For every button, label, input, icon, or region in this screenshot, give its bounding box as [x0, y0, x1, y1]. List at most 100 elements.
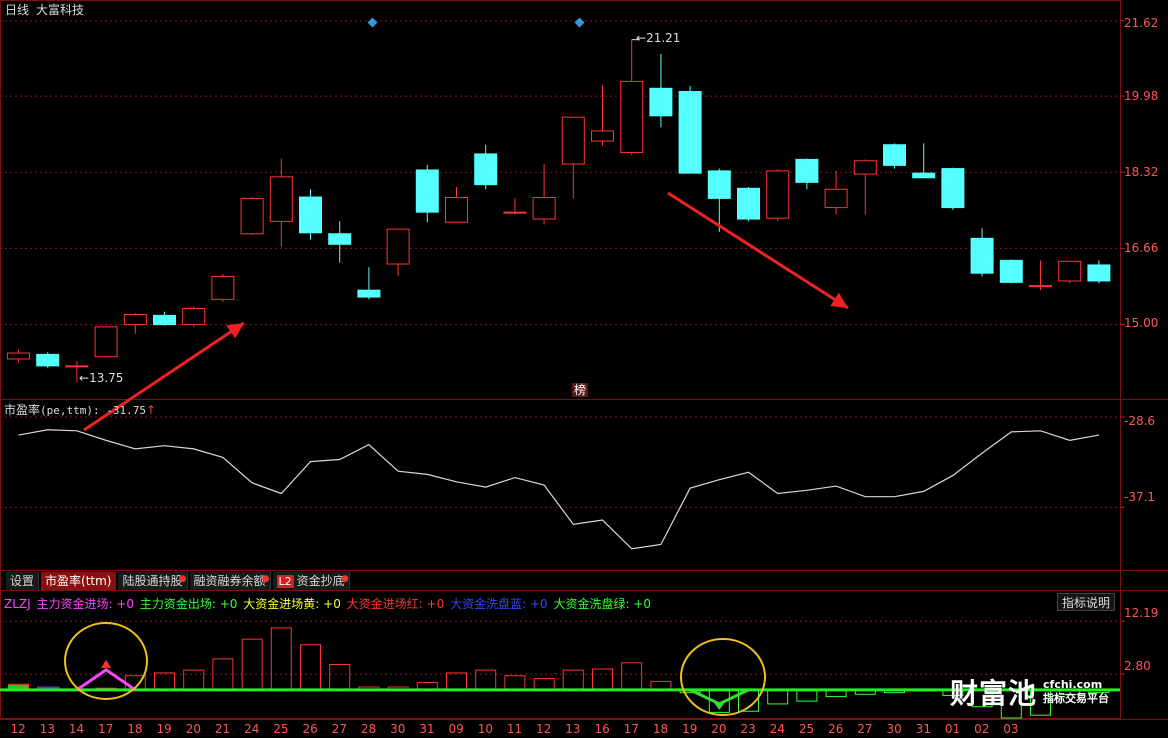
pe-axis-label: -28.6 [1124, 414, 1156, 428]
candle-body [94, 326, 118, 358]
candle-body [445, 196, 468, 223]
candle [211, 274, 235, 302]
entry-signal-line [76, 668, 137, 692]
date-label: 19 [156, 722, 172, 736]
exit-down-arrow-icon [713, 701, 726, 710]
date-label: 20 [711, 722, 727, 736]
date-label: 12 [10, 722, 26, 736]
chart-canvas [0, 0, 1168, 720]
candle [94, 326, 118, 358]
candle [532, 164, 556, 225]
zlzj-bar [241, 638, 263, 691]
zlzj-bar [621, 662, 643, 691]
candle-body [503, 211, 527, 214]
date-label: 23 [740, 722, 756, 736]
watermark-domain: cfchi.com [1043, 678, 1103, 691]
candle-body [678, 91, 702, 174]
date-label: 24 [769, 722, 785, 736]
tab-label: 陆股通持股 [122, 574, 183, 588]
tab-settings[interactable]: 设置 [6, 572, 40, 590]
candle-body [970, 237, 994, 274]
candle [7, 349, 30, 363]
candle-body [591, 130, 614, 142]
watermark-brand: 财富池 [950, 677, 1038, 710]
candle [795, 158, 819, 190]
tab-bottom-fishing[interactable]: L2 资金抄底 ● [272, 572, 350, 590]
candle-body [211, 275, 235, 300]
candle-body [561, 116, 585, 165]
volume-axis-label: 12.19 [1124, 606, 1159, 620]
date-label: 01 [944, 722, 961, 736]
candle [357, 267, 381, 300]
legend-item: 大资金进场黄: +0 [243, 597, 341, 611]
stock-name: 大富科技 [36, 3, 85, 17]
date-label: 31 [419, 722, 435, 736]
tab-dot-icon: ● [178, 574, 187, 584]
tab-label: 资金抄底 [296, 574, 345, 588]
candle-body [1087, 264, 1111, 282]
candle-body [649, 87, 673, 117]
candle-body [474, 153, 498, 186]
date-label: 28 [360, 722, 377, 736]
candle-body [36, 353, 60, 367]
zlzj-bar [504, 675, 526, 691]
candle-body [620, 80, 644, 154]
candle [1058, 260, 1082, 284]
date-label: 13 [565, 722, 581, 736]
date-label: 09 [448, 722, 464, 736]
candle [123, 313, 147, 334]
watermark-slogan: 指标交易平台 [1043, 692, 1110, 705]
low-price-value: 13.75 [89, 371, 124, 385]
candle-body [240, 197, 264, 235]
date-label: 18 [127, 722, 143, 736]
zlzj-bar [183, 669, 205, 691]
zlzj-bar [562, 669, 584, 691]
high-price-value: 21.21 [646, 31, 681, 45]
tab-hk-connect-holdings[interactable]: 陆股通持股 ● [118, 572, 188, 590]
price-axis-label: 19.98 [1124, 89, 1159, 103]
date-label: 11 [506, 722, 523, 736]
indicator-legend: ZLZJ 主力资金进场: +0 主力资金出场: +0 大资金进场黄: +0 大资… [4, 595, 653, 612]
tab-margin-balance[interactable]: 融资融券余额 ● [189, 572, 271, 590]
candle [445, 186, 468, 223]
candle-body [182, 308, 206, 326]
zlzj-bar [154, 672, 175, 691]
candle-body [65, 365, 89, 368]
pe-line [18, 429, 1100, 550]
price-axis-label: 15.00 [1124, 316, 1159, 330]
tab-pe-ttm[interactable]: 市盈率(ttm) [41, 572, 117, 590]
l2-badge: L2 [276, 575, 294, 588]
date-label: 10 [477, 722, 493, 736]
date-label: 21 [214, 722, 231, 736]
candle [240, 197, 264, 236]
pe-params: (pe,ttm): -31.75 [40, 404, 146, 417]
price-axis-label: 18.32 [1124, 165, 1159, 179]
legend-item: 大资金洗盘绿: +0 [553, 597, 652, 611]
date-label: 24 [244, 722, 260, 736]
candle [1029, 260, 1052, 291]
candle [999, 259, 1023, 284]
indicator-help-button[interactable]: 指标说明 [1057, 593, 1115, 611]
candle [941, 167, 965, 210]
date-label: 25 [273, 722, 289, 736]
indicator-tabs: 设置 市盈率(ttm) 陆股通持股 ● 融资融券余额 ● L2 资金抄底 ● [6, 572, 350, 590]
candle [678, 86, 702, 174]
tab-dot-icon: ● [340, 574, 349, 584]
candle [824, 170, 848, 215]
candle-body [824, 188, 848, 209]
tab-dot-icon: ● [261, 574, 270, 584]
date-label: 16 [594, 722, 610, 736]
candle [503, 198, 527, 215]
candle [561, 116, 585, 199]
zlzj-bar [446, 672, 467, 691]
candle-body [269, 176, 293, 222]
pe-panel-title: 市盈率(pe,ttm): -31.75↑ [4, 403, 156, 418]
date-label: 30 [886, 722, 902, 736]
date-label: 17 [98, 722, 114, 736]
legend-item: 主力资金出场: +0 [139, 597, 238, 611]
zlzj-bar [270, 627, 292, 691]
candle-body [415, 169, 439, 213]
rank-badge[interactable]: 榜 [572, 383, 589, 397]
candle [737, 186, 760, 222]
candle [299, 189, 322, 240]
